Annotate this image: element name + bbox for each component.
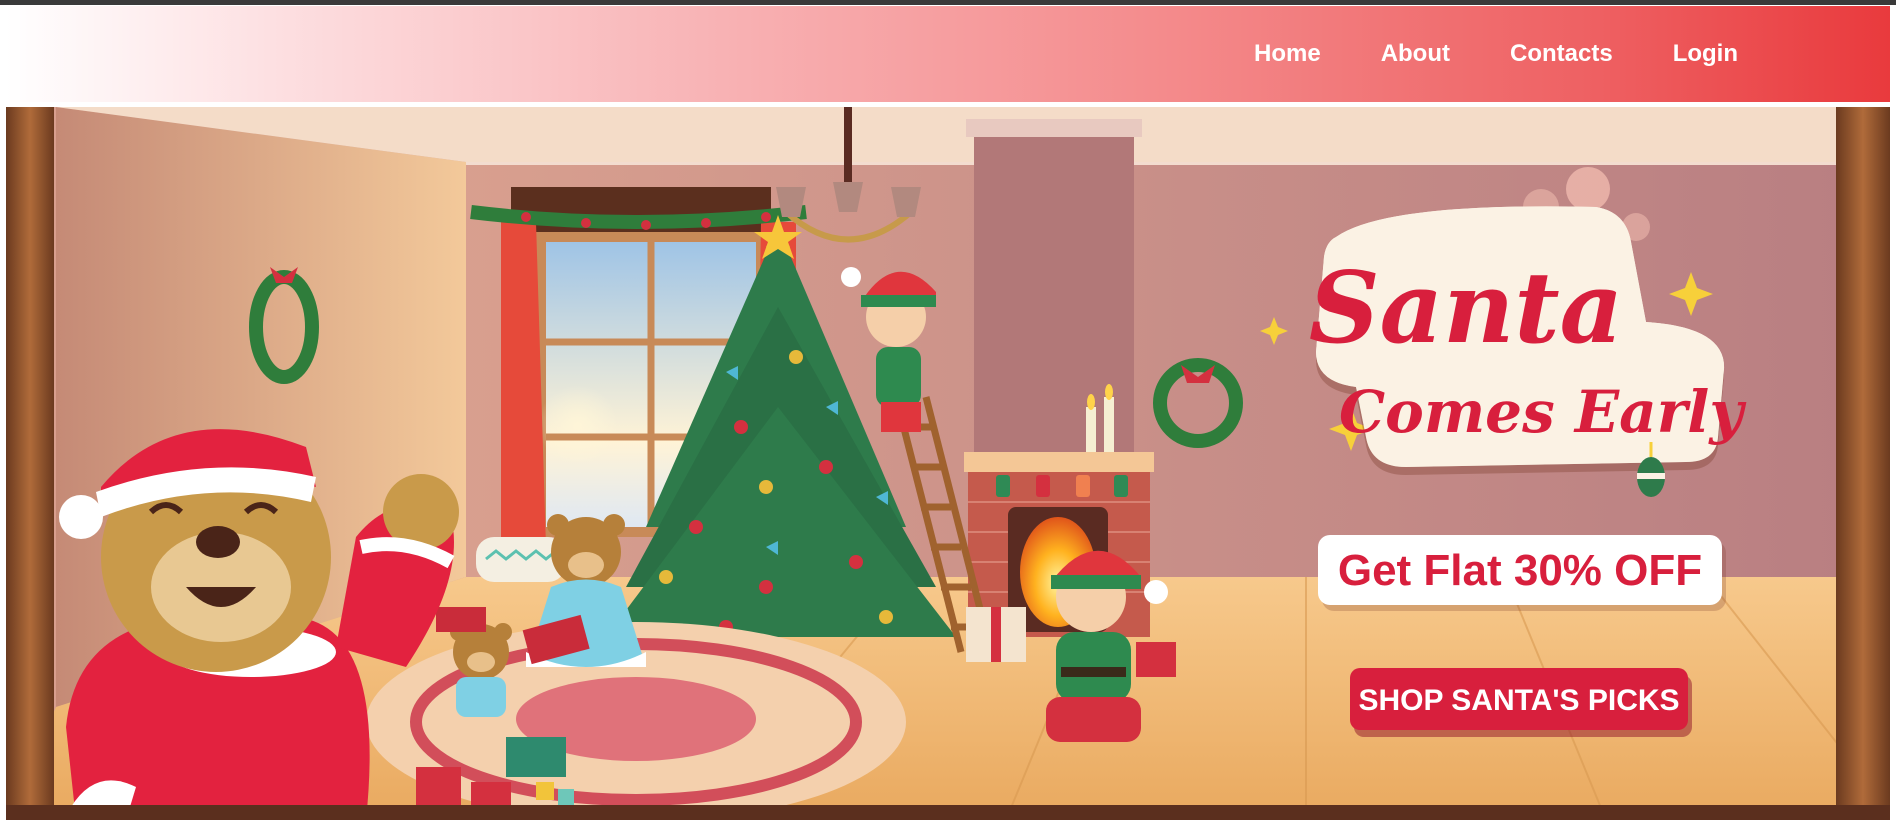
shop-santas-picks-button[interactable]: SHOP SANTA'S PICKS — [1350, 668, 1692, 737]
main-nav: Home About Contacts Login — [1254, 6, 1738, 102]
site-header: Home About Contacts Login — [6, 6, 1890, 102]
hero-banner[interactable]: Santa Comes Early Get Flat 30% OFF SHOP … — [6, 107, 1890, 820]
nav-contacts-link[interactable]: Contacts — [1510, 40, 1613, 68]
promo-headline-line1: Santa — [1309, 251, 1623, 366]
nav-home-link[interactable]: Home — [1254, 40, 1321, 68]
promo-headline-line2: Comes Early — [1339, 378, 1747, 446]
nav-login-link[interactable]: Login — [1673, 40, 1738, 68]
christmas-room-illustration: Santa Comes Early Get Flat 30% OFF SHOP … — [6, 107, 1890, 820]
offer-badge: Get Flat 30% OFF — [1318, 535, 1726, 611]
offer-text: Get Flat 30% OFF — [1338, 546, 1702, 595]
shop-button-label: SHOP SANTA'S PICKS — [1358, 684, 1679, 717]
nav-about-link[interactable]: About — [1381, 40, 1450, 68]
browser-top-strip — [0, 0, 1896, 5]
